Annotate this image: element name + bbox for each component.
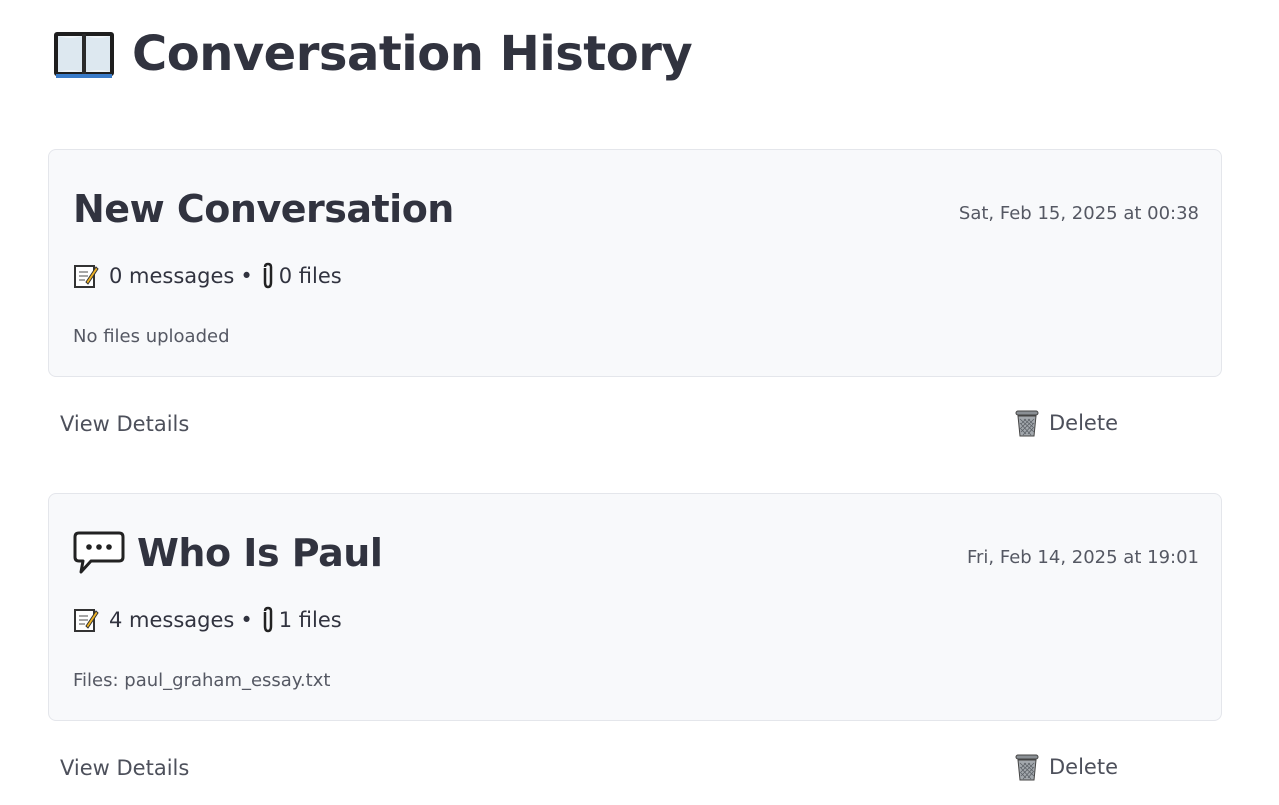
paperclip-icon <box>261 262 275 290</box>
conversation-meta: 4 messages • 1 files <box>73 606 342 634</box>
delete-label: Delete <box>1049 411 1118 435</box>
conversation-date: Fri, Feb 14, 2025 at 19:01 <box>966 547 1199 568</box>
open-book-icon <box>52 26 116 82</box>
separator: • <box>240 608 253 632</box>
memo-icon <box>73 263 99 289</box>
delete-label: Delete <box>1049 755 1118 779</box>
conversation-history-page: Conversation History New Conversation Sa… <box>0 0 1279 805</box>
delete-button[interactable]: Delete <box>1014 752 1118 782</box>
page-title: Conversation History <box>132 26 693 82</box>
conversation-title: Who Is Paul <box>137 531 383 575</box>
message-count: 0 messages <box>109 264 235 288</box>
conversation-date: Sat, Feb 15, 2025 at 00:38 <box>958 203 1199 224</box>
conversation-title: New Conversation <box>73 187 454 231</box>
wastebasket-icon <box>1014 752 1040 782</box>
conversation-title-row: New Conversation <box>73 184 454 234</box>
wastebasket-icon <box>1014 408 1040 438</box>
delete-button[interactable]: Delete <box>1014 408 1118 438</box>
files-detail: No files uploaded <box>73 326 230 347</box>
file-count: 0 files <box>278 264 342 288</box>
speech-bubble-icon <box>73 530 125 576</box>
conversation-actions: View Details Delete <box>48 404 1222 444</box>
view-details-button[interactable]: View Details <box>60 412 189 436</box>
paperclip-icon <box>261 606 275 634</box>
conversation-actions: View Details Delete <box>48 748 1222 788</box>
file-count: 1 files <box>278 608 342 632</box>
conversation-card: New Conversation Sat, Feb 15, 2025 at 00… <box>48 149 1222 377</box>
view-details-button[interactable]: View Details <box>60 756 189 780</box>
conversation-title-row: Who Is Paul <box>73 528 383 578</box>
conversation-meta: 0 messages • 0 files <box>73 262 342 290</box>
separator: • <box>240 264 253 288</box>
files-detail: Files: paul_graham_essay.txt <box>73 670 331 691</box>
memo-icon <box>73 607 99 633</box>
page-header: Conversation History <box>52 22 693 86</box>
message-count: 4 messages <box>109 608 235 632</box>
conversation-card: Who Is Paul Fri, Feb 14, 2025 at 19:01 4… <box>48 493 1222 721</box>
